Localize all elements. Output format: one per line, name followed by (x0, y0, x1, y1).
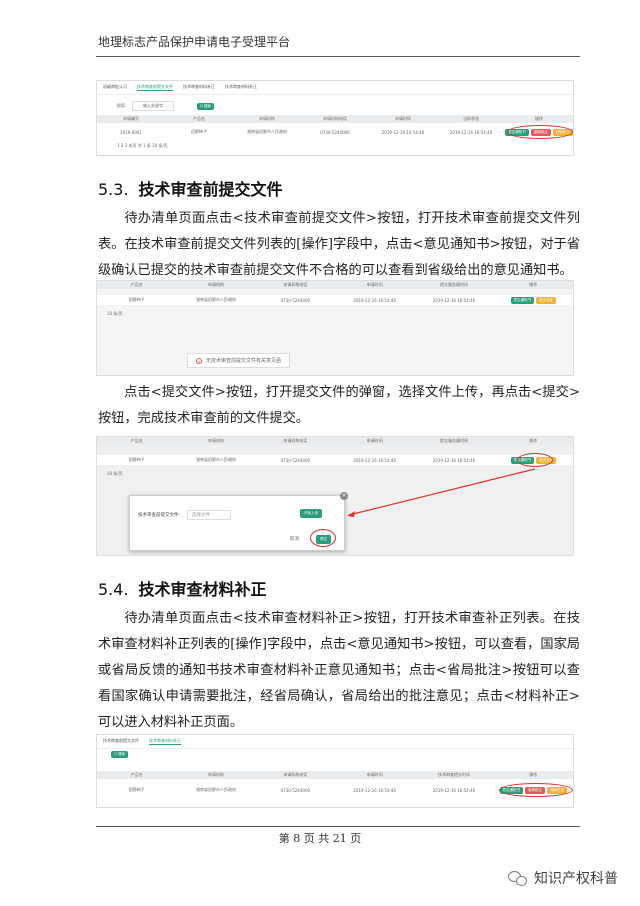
col-header: 申请时间 (366, 282, 383, 287)
submit-paragraph: 点击<提交文件>按钮，打开提交文件的弹窗，选择文件上传，再点击<提交>按钮，完成… (98, 380, 580, 432)
error-message: 无技术审查前提交文件有关意见函 (206, 358, 282, 364)
cell: 湖南省田野市人民政府 (195, 787, 236, 792)
search-bar: 搜索： 输入关键字 Q 搜索 (117, 101, 214, 111)
tab-pre-review[interactable]: 技术审查前提交文件 (103, 738, 139, 745)
screenshot-application-list: 初级审批认可 技术审查前提交文件 技术审查材料补正 技术审查材料补正 搜索： 输… (96, 80, 574, 156)
paragraph-text: 待办清单页面点击<技术审查前提交文件>按钮，打开技术审查前提交文件列表。在技术审… (98, 211, 580, 278)
table-row: 2019-0001 田野柿子 湖南省田野市人民政府 0730-5244000 2… (97, 127, 573, 137)
tab-1[interactable]: 初级审批认可 (103, 84, 127, 91)
col-header: 操作 (535, 116, 543, 121)
cell: 0730-5244000 (280, 297, 311, 303)
col-header: 申请机构电话 (283, 282, 308, 287)
cell: 2019-12-16 16:54:46 (353, 297, 396, 303)
screenshot-correction-list: 技术审查前提交文件 技术审查材料补正 Q 搜索 产品名 申请机构 申请机构电话 … (96, 734, 574, 808)
arrow-head (347, 511, 355, 517)
search-label: 搜索： (117, 103, 129, 108)
search-input[interactable]: 输入关键字 (132, 101, 174, 111)
screenshot-submit-modal: 产品名 申请机构 申请机构电话 申请时间 提交服务器时间 操作 田野柿子 湖南省… (96, 436, 574, 556)
section-number: 5.3. (98, 180, 129, 199)
col-header: 申请时间 (366, 772, 383, 777)
tab-4[interactable]: 技术审查材料补正 (225, 84, 257, 91)
arrow-graphic (347, 468, 536, 517)
wechat-icon (508, 870, 528, 886)
col-header: 产品名 (193, 116, 205, 121)
section-heading-5-3: 5.3. 技术审查前提交文件 (98, 176, 283, 200)
col-header: 申请机构 (259, 116, 275, 121)
table-header: 产品名 申请机构 申请机构电话 申请时间 技术审查提交时间 操作 (97, 771, 573, 779)
col-header: 产品名 (130, 772, 143, 777)
tab-bar: 初级审批认可 技术审查前提交文件 技术审查材料补正 技术审查材料补正 (97, 81, 573, 95)
close-circle-icon: × (196, 357, 202, 364)
watermark-text: 知识产权科普 (534, 871, 618, 887)
arrow-line (348, 468, 536, 516)
table-header: 申请编号 产品名 申请机构 申请机构电话 申请时间 当前状态 操作 (97, 115, 573, 123)
cell: 2019-12-16 16:54:46 (381, 129, 425, 135)
col-header: 当前状态 (463, 116, 479, 121)
cell: 2019-12-16 16:54:46 (432, 297, 476, 303)
error-toast: × 无技术审查前提交文件有关意见函 (187, 353, 291, 368)
section-paragraph: 待办清单页面点击<技术审查前提交文件>按钮，打开技术审查前提交文件列表。在技术审… (98, 206, 580, 284)
col-header: 产品名 (130, 282, 143, 287)
screenshot-pre-review-list: 产品名 申请机构 申请机构电话 申请时间 提交服务器时间 操作 田野柿子 湖南省… (96, 280, 574, 376)
tab-2[interactable]: 技术审查前提交文件 (137, 84, 173, 91)
col-header: 操作 (529, 772, 538, 777)
paragraph-text: 点击<提交文件>按钮，打开提交文件的弹窗，选择文件上传，再点击<提交>按钮，完成… (98, 385, 580, 426)
highlight-ring (499, 783, 573, 797)
submit-file-button[interactable]: 提交文件 (536, 296, 557, 304)
cell: 湖南省田野市人民政府 (247, 129, 287, 134)
table-row: 田野柿子 湖南省田野市人民政府 0730-5244000 2019-12-16 … (97, 295, 573, 305)
col-header: 申请机构电话 (323, 116, 347, 121)
notice-button[interactable]: 意见通知书 (510, 296, 535, 304)
tab-3[interactable]: 技术审查材料补正 (183, 84, 215, 91)
table-header: 产品名 申请机构 申请机构电话 申请时间 提交服务器时间 操作 (97, 281, 573, 289)
search-button[interactable]: Q 搜索 (197, 102, 214, 110)
cell: 2019-12-16 16:54:46 (432, 787, 476, 793)
cell: 0730-5244000 (320, 129, 350, 135)
header-rule (96, 56, 580, 57)
col-header: 申请机构 (207, 282, 224, 287)
per-page[interactable]: 10 条/页 (107, 311, 123, 317)
col-header: 申请机构电话 (283, 772, 308, 777)
col-header: 申请编号 (123, 116, 139, 121)
cell: 2019-12-16 16:54:46 (353, 787, 396, 793)
cell: 田野柿子 (128, 787, 145, 792)
col-header: 操作 (529, 282, 538, 287)
cell: 2019-12-16 16:54:46 (449, 129, 493, 135)
cell: 田野柿子 (128, 297, 145, 302)
col-header: 申请机构 (207, 772, 224, 777)
cell: 田野柿子 (191, 129, 207, 134)
col-header: 提交服务器时间 (439, 282, 468, 287)
cell: 2019-0001 (120, 129, 142, 135)
search-button[interactable]: Q 搜索 (111, 751, 128, 758)
highlight-ring (507, 125, 573, 139)
col-header: 申请时间 (395, 116, 411, 121)
tab-bar: 技术审查前提交文件 技术审查材料补正 (97, 735, 573, 749)
section-title: 技术审查前提交文件 (138, 180, 283, 199)
action-cell: 意见通知书 提交文件 (494, 296, 573, 304)
document-header-title: 地理标志产品保护申请电子受理平台 (98, 35, 291, 49)
pager[interactable]: 1 2 3 末页 共 1 条 10 条/页 (117, 143, 168, 149)
tab-correction[interactable]: 技术审查材料补正 (149, 738, 181, 745)
watermark: 知识产权科普 (508, 868, 618, 888)
section-number: 5.4. (98, 580, 129, 599)
cell: 0730-5244000 (280, 787, 311, 793)
cell: 湖南省田野市人民政府 (195, 297, 236, 302)
col-header: 技术审查提交时间 (437, 772, 470, 777)
page-number: 第 8 页 共 21 页 (278, 832, 362, 845)
section-title: 技术审查材料补正 (138, 580, 267, 599)
paragraph-text: 待办清单页面点击<技术审查材料补正>按钮，打开技术审查补正列表。在技术审查材料补… (98, 611, 580, 730)
section-heading-5-4: 5.4. 技术审查材料补正 (98, 576, 267, 600)
section-paragraph: 待办清单页面点击<技术审查材料补正>按钮，打开技术审查补正列表。在技术审查材料补… (98, 606, 580, 736)
footer-rule (96, 826, 580, 827)
